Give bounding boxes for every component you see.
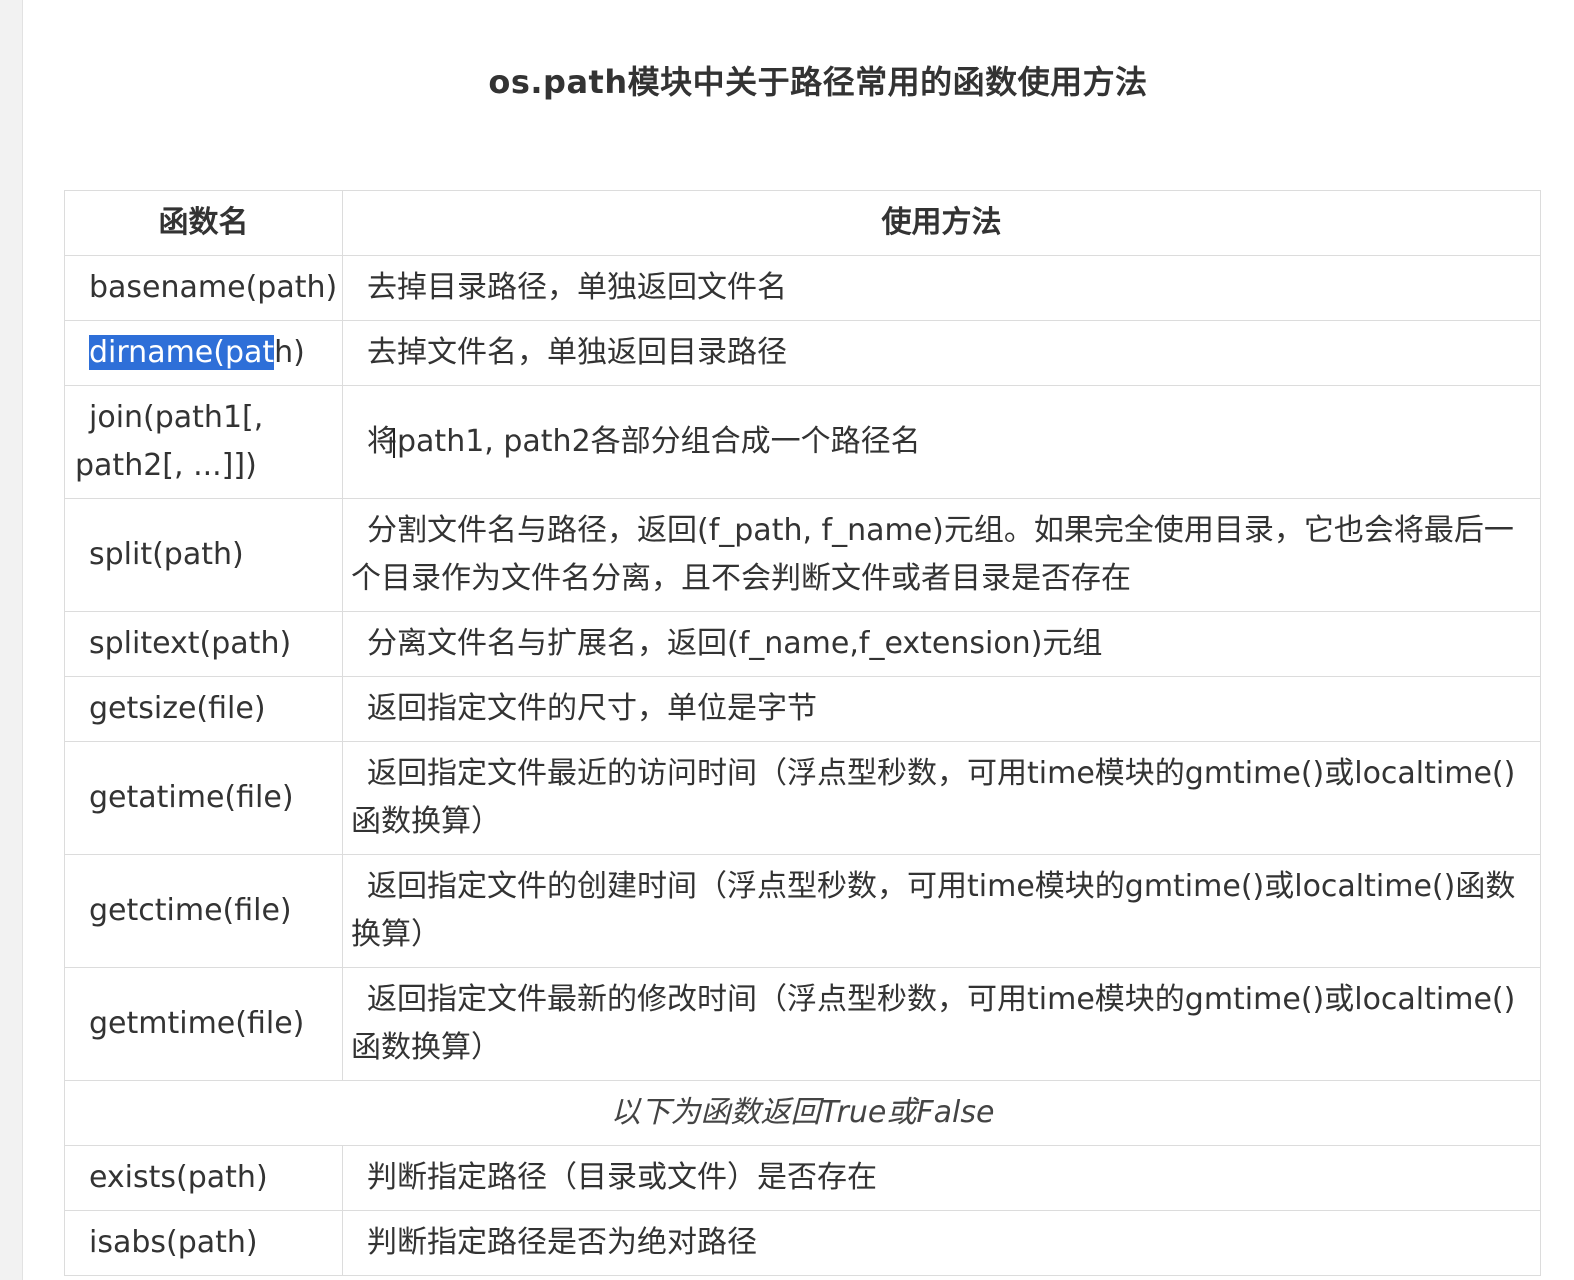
table-row: splitext(path) 分离文件名与扩展名，返回(f_name,f_ext… bbox=[64, 611, 1541, 677]
separator-row: 以下为函数返回True或False bbox=[64, 1080, 1541, 1146]
table-row: getctime(file) 返回指定文件的创建时间（浮点型秒数，可用time模… bbox=[64, 854, 1541, 968]
selected-text[interactable]: dirname(pat bbox=[89, 335, 275, 370]
table-row: dirname(path) 去掉文件名，单独返回目录路径 bbox=[64, 320, 1541, 386]
table-row: getmtime(file) 返回指定文件最新的修改时间（浮点型秒数，可用tim… bbox=[64, 967, 1541, 1081]
function-description[interactable]: 分割文件名与路径，返回(f_path, f_name)元组。如果完全使用目录，它… bbox=[342, 498, 1541, 612]
separator-text: 以下为函数返回True或False bbox=[64, 1080, 1541, 1146]
header-usage: 使用方法 bbox=[342, 190, 1541, 256]
function-name[interactable]: split(path) bbox=[64, 498, 343, 612]
function-name[interactable]: exists(path) bbox=[64, 1145, 343, 1211]
function-name[interactable]: getatime(file) bbox=[64, 741, 343, 855]
table-row: split(path) 分割文件名与路径，返回(f_path, f_name)元… bbox=[64, 498, 1541, 612]
function-description[interactable]: 去掉文件名，单独返回目录路径 bbox=[342, 320, 1541, 386]
table-header-row: 函数名 使用方法 bbox=[64, 190, 1541, 256]
text-cursor-icon bbox=[393, 427, 395, 458]
unselected-text[interactable]: h) bbox=[274, 335, 305, 370]
function-name[interactable]: splitext(path) bbox=[64, 611, 343, 677]
page-title: os.path模块中关于路径常用的函数使用方法 bbox=[488, 63, 1148, 101]
function-name[interactable]: basename(path) bbox=[64, 255, 343, 321]
function-description[interactable]: 返回指定文件的创建时间（浮点型秒数，可用time模块的gmtime()或loca… bbox=[342, 854, 1541, 968]
table-row: isabs(path) 判断指定路径是否为绝对路径 bbox=[64, 1210, 1541, 1276]
function-name[interactable]: getmtime(file) bbox=[64, 967, 343, 1081]
table-row: getatime(file) 返回指定文件最近的访问时间（浮点型秒数，可用tim… bbox=[64, 741, 1541, 855]
function-name[interactable]: join(path1[, path2[, ...]]) bbox=[64, 385, 343, 499]
function-description[interactable]: 将path1, path2各部分组合成一个路径名 bbox=[342, 385, 1541, 499]
table-row: join(path1[, path2[, ...]]) 将path1, path… bbox=[64, 385, 1541, 499]
function-description[interactable]: 分离文件名与扩展名，返回(f_name,f_extension)元组 bbox=[342, 611, 1541, 677]
table-row: basename(path) 去掉目录路径，单独返回文件名 bbox=[64, 255, 1541, 321]
function-table: 函数名 使用方法 basename(path) 去掉目录路径，单独返回文件名 d… bbox=[64, 190, 1541, 1276]
left-scroll-gutter bbox=[0, 0, 23, 1280]
description-rest: path1, path2各部分组合成一个路径名 bbox=[397, 424, 921, 459]
function-name[interactable]: getctime(file) bbox=[64, 854, 343, 968]
table-row: exists(path) 判断指定路径（目录或文件）是否存在 bbox=[64, 1145, 1541, 1211]
function-description[interactable]: 返回指定文件的尺寸，单位是字节 bbox=[342, 676, 1541, 742]
function-name[interactable]: isabs(path) bbox=[64, 1210, 343, 1276]
function-name[interactable]: dirname(path) bbox=[64, 320, 343, 386]
function-description[interactable]: 判断指定路径（目录或文件）是否存在 bbox=[342, 1145, 1541, 1211]
function-description[interactable]: 判断指定路径是否为绝对路径 bbox=[342, 1210, 1541, 1276]
table-row: getsize(file) 返回指定文件的尺寸，单位是字节 bbox=[64, 676, 1541, 742]
function-description[interactable]: 返回指定文件最近的访问时间（浮点型秒数，可用time模块的gmtime()或lo… bbox=[342, 741, 1541, 855]
function-description[interactable]: 返回指定文件最新的修改时间（浮点型秒数，可用time模块的gmtime()或lo… bbox=[342, 967, 1541, 1081]
function-name[interactable]: getsize(file) bbox=[64, 676, 343, 742]
header-function-name: 函数名 bbox=[64, 190, 343, 256]
function-description[interactable]: 去掉目录路径，单独返回文件名 bbox=[342, 255, 1541, 321]
